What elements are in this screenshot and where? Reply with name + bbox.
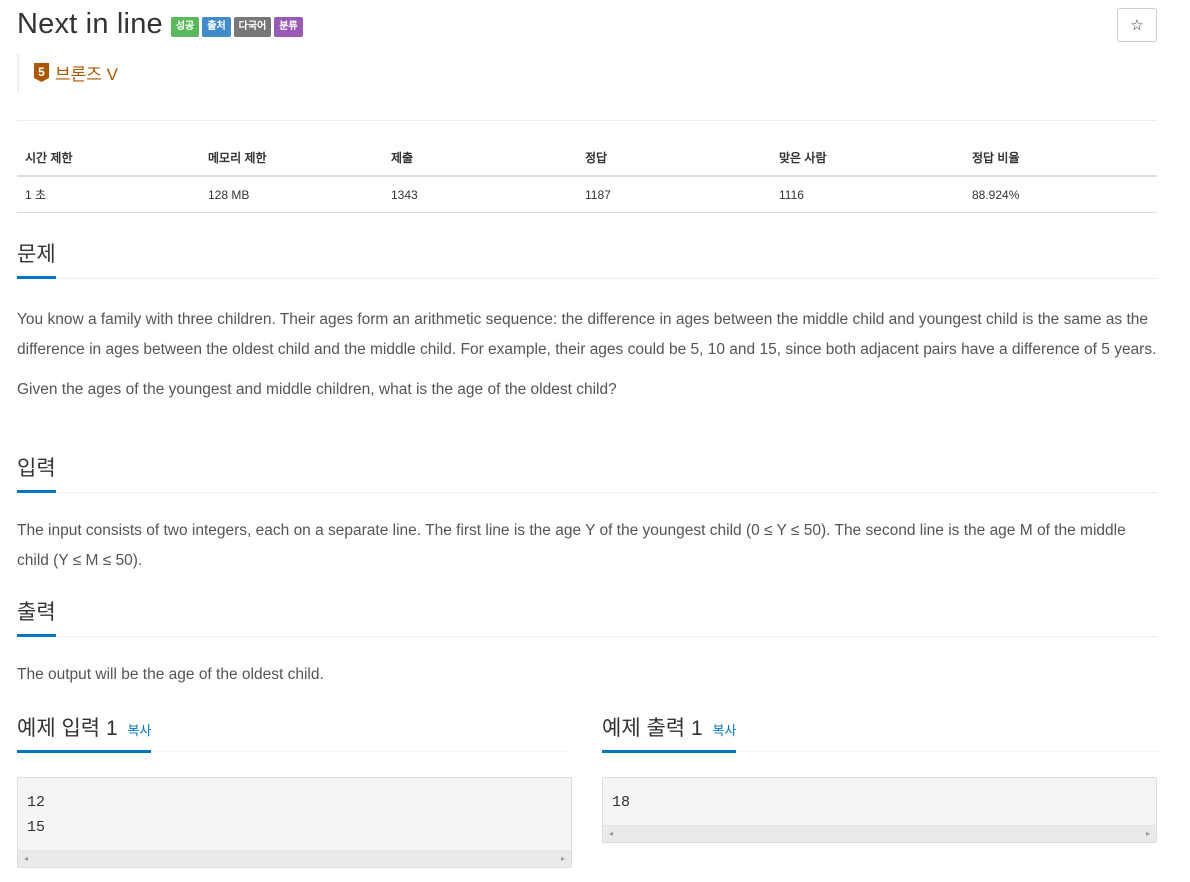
title-row: Next in line 성공 출처 다국어 분류	[17, 8, 306, 41]
scroll-left-icon[interactable]: ◂	[24, 854, 28, 863]
problem-description-paragraph: Given the ages of the youngest and middl…	[17, 381, 617, 398]
stats-header-memory-limit: 메모리 제한	[200, 140, 383, 177]
sample-input-box[interactable]: 12 15 ◂ ▸	[17, 777, 572, 868]
problem-input-title: 입력	[17, 455, 56, 493]
stats-header-time-limit: 시간 제한	[17, 140, 200, 177]
stats-memory-limit: 128 MB	[200, 176, 383, 213]
section-header: 문제	[17, 241, 1157, 279]
section-header: 출력	[17, 599, 1157, 637]
sample-output-panel: 예제 출력 1 복사 18 ◂ ▸	[602, 715, 1157, 843]
sample-input-heading: 예제 입력 1 복사	[17, 715, 152, 753]
problem-stats-table: 시간 제한 메모리 제한 제출 정답 맞은 사람 정답 비율 1 초 128 M…	[17, 140, 1157, 213]
problem-labels: 성공 출처 다국어 분류	[170, 16, 306, 37]
favorite-star-button[interactable]: ☆	[1117, 8, 1157, 42]
tier-label[interactable]: 브론즈 V	[55, 60, 118, 85]
problem-output-text: The output will be the age of the oldest…	[17, 666, 324, 683]
problem-description-paragraph: You know a family with three children. T…	[17, 311, 1157, 358]
problem-output-title: 출력	[17, 599, 56, 637]
problem-tier: 5 브론즈 V	[17, 54, 118, 91]
label-multilang[interactable]: 다국어	[233, 16, 272, 37]
problem-title: Next in line	[17, 8, 163, 40]
horizontal-scrollbar[interactable]: ◂ ▸	[18, 850, 571, 867]
sample-output-title: 예제 출력 1	[602, 717, 703, 740]
tier-badge-number: 5	[38, 65, 45, 79]
problem-page: Next in line 성공 출처 다국어 분류 ☆ 5 브론즈 V 시간 제…	[0, 0, 1190, 882]
label-source[interactable]: 출처	[202, 16, 231, 37]
stats-header-row: 시간 제한 메모리 제한 제출 정답 맞은 사람 정답 비율	[17, 140, 1157, 177]
header-divider	[17, 120, 1157, 121]
section-header: 입력	[17, 455, 1157, 493]
stats-header-submissions: 제출	[383, 140, 577, 177]
problem-input-body: The input consists of two integers, each…	[17, 493, 1157, 576]
copy-sample-input-link[interactable]: 복사	[127, 723, 151, 738]
sample-output-content[interactable]: 18	[603, 778, 1156, 825]
sample-output-heading: 예제 출력 1 복사	[602, 715, 737, 753]
sample-output-header: 예제 출력 1 복사	[602, 715, 1157, 753]
scroll-right-icon[interactable]: ▸	[561, 854, 565, 863]
stats-header-solved-users: 맞은 사람	[771, 140, 964, 177]
bronze-tier-icon: 5	[34, 63, 49, 82]
sample-output-box[interactable]: 18 ◂ ▸	[602, 777, 1157, 843]
problem-input-section: 입력 The input consists of two integers, e…	[17, 455, 1157, 586]
problem-description-section: 문제 You know a family with three children…	[17, 241, 1157, 415]
stats-value-row: 1 초 128 MB 1343 1187 1116 88.924%	[17, 176, 1157, 213]
problem-description-title: 문제	[17, 241, 56, 279]
stats-accepted: 1187	[577, 176, 771, 213]
star-icon: ☆	[1130, 17, 1144, 34]
stats-header-accept-ratio: 정답 비율	[964, 140, 1157, 177]
stats-solved-users: 1116	[771, 176, 964, 213]
label-category[interactable]: 분류	[274, 16, 303, 37]
stats-time-limit: 1 초	[17, 176, 200, 213]
sample-input-title: 예제 입력 1	[17, 717, 118, 740]
label-success[interactable]: 성공	[170, 16, 200, 37]
problem-output-section: 출력 The output will be the age of the old…	[17, 599, 1157, 700]
stats-header-accepted: 정답	[577, 140, 771, 177]
problem-input-text: The input consists of two integers, each…	[17, 522, 1126, 569]
stats-submissions: 1343	[383, 176, 577, 213]
sample-input-panel: 예제 입력 1 복사 12 15 ◂ ▸	[17, 715, 572, 868]
problem-description-body: You know a family with three children. T…	[17, 279, 1157, 405]
sample-input-content[interactable]: 12 15	[18, 778, 571, 850]
stats-accept-ratio: 88.924%	[964, 176, 1157, 213]
horizontal-scrollbar[interactable]: ◂ ▸	[603, 825, 1156, 842]
scroll-right-icon[interactable]: ▸	[1146, 829, 1150, 838]
problem-output-body: The output will be the age of the oldest…	[17, 637, 1157, 690]
scroll-left-icon[interactable]: ◂	[609, 829, 613, 838]
copy-sample-output-link[interactable]: 복사	[712, 723, 736, 738]
sample-input-header: 예제 입력 1 복사	[17, 715, 572, 753]
